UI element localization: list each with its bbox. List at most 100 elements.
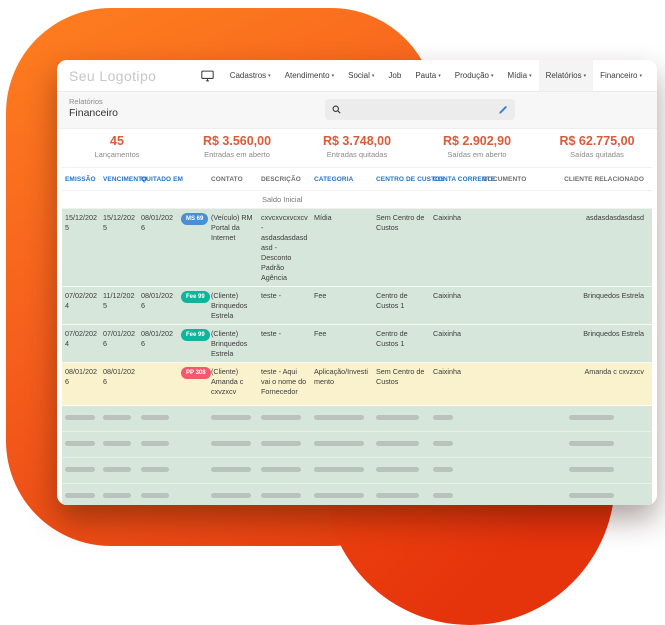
column-header-descric-a-o[interactable]: DESCRIÇÃO bbox=[258, 176, 311, 183]
nav-item-label: Atendimento bbox=[284, 71, 330, 80]
search-box[interactable] bbox=[325, 99, 515, 120]
cell-contato: (Cliente) Amanda c cxvzxcv bbox=[211, 366, 244, 396]
skeleton-cell bbox=[178, 406, 208, 431]
subheader: Relatórios Financeiro bbox=[57, 92, 657, 129]
nav-item-pauta[interactable]: Pauta ▾ bbox=[408, 60, 447, 91]
cell-categoria: Fee bbox=[314, 290, 327, 300]
skeleton-cell bbox=[311, 484, 373, 505]
skeleton-cell bbox=[258, 484, 311, 505]
summary-stats: 45 Lançamentos R$ 3.560,00 Entradas em aber… bbox=[57, 129, 657, 167]
chevron-down-icon: ▾ bbox=[268, 72, 271, 79]
saldo-inicial-label: Saldo Inicial bbox=[262, 195, 303, 204]
column-header-categoria[interactable]: CATEGORIA bbox=[311, 176, 373, 183]
cell-cliente-relacionado: asdasdasdasdasd bbox=[586, 213, 644, 222]
stat-label: Entradas em aberto bbox=[204, 150, 270, 159]
nav-item-cadastros[interactable]: Cadastros ▾ bbox=[223, 60, 278, 91]
column-header-emissa-o[interactable]: EMISSÃO bbox=[62, 176, 100, 183]
skeleton-cell bbox=[430, 406, 480, 431]
skeleton-bar bbox=[376, 466, 419, 472]
pencil-icon[interactable] bbox=[498, 105, 508, 115]
nav-item-job[interactable]: Job bbox=[381, 60, 408, 91]
cell-descricao: cxvcxvcxvcxcv - asdasdasdasdasd - Descon… bbox=[261, 213, 308, 283]
cell-documento bbox=[480, 325, 516, 362]
skeleton-cell bbox=[373, 458, 430, 483]
top-navbar: Seu Logotipo Cadastros ▾ Atendimento ▾ Socia… bbox=[57, 60, 657, 92]
stat-value: R$ 62.775,00 bbox=[559, 134, 635, 148]
nav-item-financeiro[interactable]: Financeiro ▾ bbox=[593, 60, 649, 91]
cell-badge: PP 308 bbox=[178, 363, 211, 405]
table-row[interactable]: 07/02/2024 11/12/2025 08/01/2026 Fee 99 (Cli… bbox=[62, 286, 652, 325]
column-header-quitado-em[interactable]: QUITADO EM bbox=[138, 176, 183, 183]
skeleton-bar bbox=[433, 466, 453, 472]
nav-item-atendimento[interactable]: Atendimento ▾ bbox=[278, 60, 341, 91]
cell-centro-de-custos: Centro de Custos 1 bbox=[376, 290, 408, 310]
cell-descricao: teste - Aqui vai o nome do Fornecedor bbox=[261, 366, 307, 396]
skeleton-cell bbox=[373, 406, 430, 431]
cell-contato: (Cliente) Brinquedos Estrela bbox=[211, 328, 248, 358]
column-header-conta-corrente[interactable]: CONTA CORRENTE bbox=[430, 176, 495, 183]
chevron-down-icon: ▾ bbox=[529, 72, 532, 79]
stat-value: R$ 2.902,90 bbox=[442, 134, 512, 148]
nav-item-label: Social bbox=[348, 71, 370, 80]
chevron-down-icon: ▾ bbox=[491, 72, 494, 79]
chevron-down-icon: ▾ bbox=[639, 72, 642, 79]
table-row[interactable]: 07/02/2024 07/01/2026 08/01/2026 Fee 99 (Cli… bbox=[62, 324, 652, 363]
transactions-table: EMISSÃO VENCIMENTO QUITADO EM CONTATO DESCRI… bbox=[62, 167, 652, 505]
cell-categoria: Mídia bbox=[314, 213, 332, 222]
skeleton-cell bbox=[430, 458, 480, 483]
skeleton-cell bbox=[311, 406, 373, 431]
nav-item-label: Mídia bbox=[507, 71, 528, 80]
nav-item-social[interactable]: Social ▾ bbox=[341, 60, 381, 91]
cell-centro-de-custos: Sem Centro de Custos bbox=[376, 213, 425, 233]
skeleton-bar bbox=[433, 440, 453, 446]
column-header-centro-de-custos[interactable]: CENTRO DE CUSTOS bbox=[373, 176, 445, 183]
cell-vencimento: 11/12/2025 bbox=[103, 290, 135, 310]
nav-item-label: Pauta bbox=[415, 71, 437, 80]
column-header-contato[interactable]: CONTATO bbox=[208, 176, 258, 183]
table-row[interactable]: 15/12/2025 15/12/2025 08/01/2026 MS 69 (Veíc… bbox=[62, 209, 652, 287]
skeleton-cell bbox=[100, 432, 138, 457]
row-badge: Fee 99 bbox=[181, 290, 210, 303]
skeleton-cell bbox=[62, 432, 100, 457]
skeleton-cell bbox=[208, 432, 258, 457]
skeleton-cell bbox=[100, 458, 138, 483]
skeleton-bar bbox=[103, 440, 131, 446]
cell-contato: (Cliente) Brinquedos Estrela bbox=[211, 290, 248, 320]
skeleton-bar bbox=[65, 414, 95, 420]
skeleton-cell bbox=[373, 484, 430, 505]
chevron-down-icon: ▾ bbox=[331, 72, 335, 79]
table-row[interactable]: 08/01/2026 08/01/2026 PP 308 (Cliente) Aman… bbox=[62, 362, 652, 406]
skeleton-row bbox=[62, 405, 652, 432]
row-badge: Fee 99 bbox=[181, 328, 210, 341]
skeleton-bar bbox=[141, 466, 169, 472]
column-header-documento[interactable]: DOCUMENTO bbox=[480, 176, 526, 183]
search-input[interactable] bbox=[345, 104, 498, 115]
cell-cliente-relacionado: Amanda c cxvzxcv bbox=[584, 366, 644, 376]
column-header-cliente-relacionado[interactable]: CLIENTE RELACIONADO bbox=[516, 176, 652, 183]
skeleton-cell bbox=[208, 458, 258, 483]
skeleton-cell bbox=[62, 458, 100, 483]
skeleton-row bbox=[62, 483, 652, 505]
chevron-down-icon: ▾ bbox=[583, 72, 587, 79]
monitor-icon[interactable] bbox=[192, 60, 223, 91]
cell-descricao: teste - bbox=[261, 328, 281, 338]
skeleton-cell bbox=[480, 432, 516, 457]
skeleton-bar bbox=[569, 492, 614, 498]
cell-categoria: Aplicação/Investimento bbox=[314, 366, 368, 386]
skeleton-bar bbox=[141, 440, 169, 446]
chevron-down-icon: ▾ bbox=[438, 72, 441, 79]
skeleton-cell bbox=[208, 484, 258, 505]
cell-emissao: 15/12/2025 bbox=[65, 213, 97, 233]
cell-descricao: teste - bbox=[261, 290, 281, 300]
skeleton-cell bbox=[516, 432, 652, 457]
skeleton-cell bbox=[178, 458, 208, 483]
skeleton-cell bbox=[62, 406, 100, 431]
cell-vencimento: 08/01/2026 bbox=[103, 366, 135, 386]
nav-item-relato-rios[interactable]: Relatórios ▾ bbox=[538, 60, 594, 91]
cell-cliente-relacionado: Brinquedos Estrela bbox=[583, 328, 644, 338]
skeleton-bar bbox=[314, 414, 364, 420]
column-header-vencimento[interactable]: VENCIMENTO bbox=[100, 176, 147, 183]
nav-item-mi-dia[interactable]: Mídia ▾ bbox=[501, 60, 539, 91]
nav-item-produc-a-o[interactable]: Produção ▾ bbox=[448, 60, 501, 91]
skeleton-cell bbox=[430, 432, 480, 457]
